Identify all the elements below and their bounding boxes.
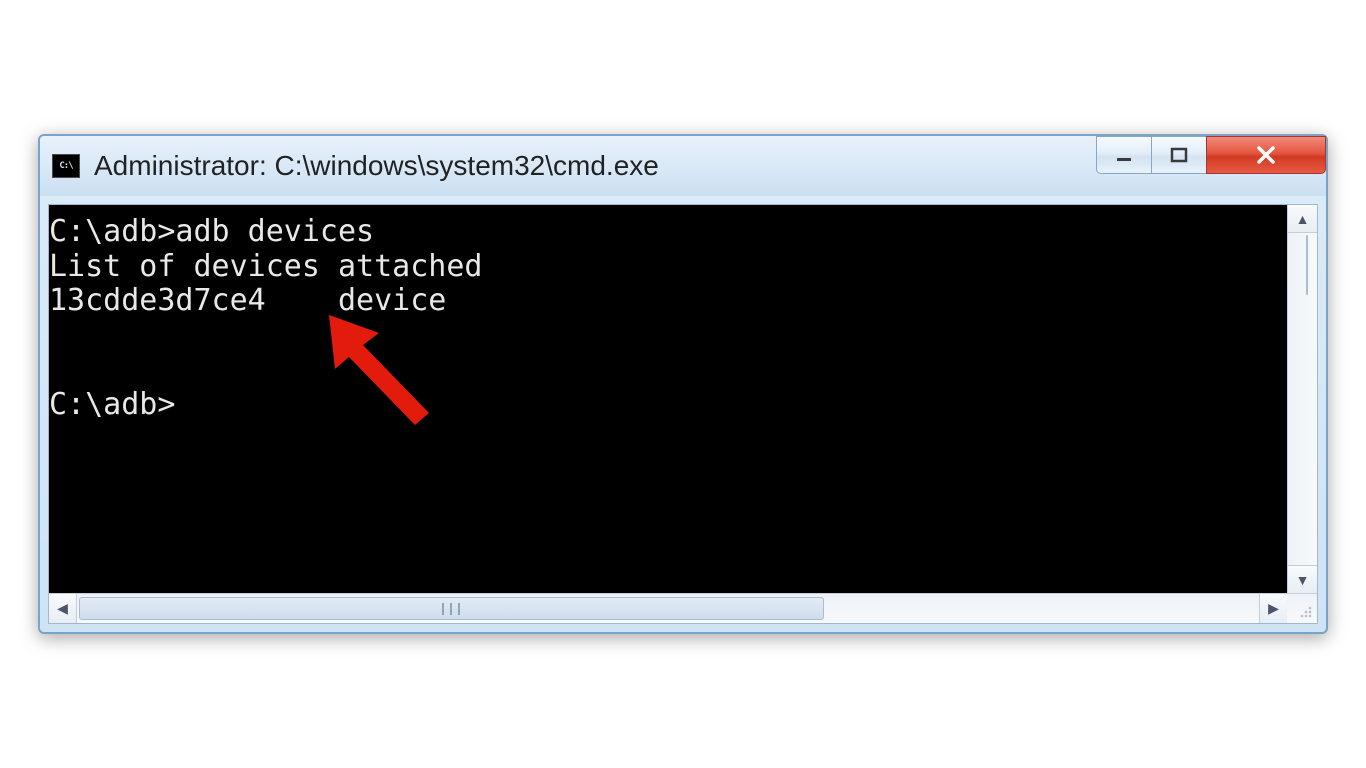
titlebar[interactable]: C:\ Administrator: C:\windows\system32\c… — [40, 136, 1326, 196]
cmd-icon: C:\ — [52, 154, 80, 178]
vertical-scroll-thumb[interactable] — [1306, 235, 1308, 295]
minimize-button[interactable] — [1096, 136, 1152, 174]
resize-grip-icon — [1297, 603, 1313, 619]
maximize-button[interactable] — [1151, 136, 1207, 174]
terminal-viewport: C:\adb>adb devices List of devices attac… — [49, 205, 1317, 593]
window-title: Administrator: C:\windows\system32\cmd.e… — [94, 150, 1097, 182]
horizontal-scroll-track[interactable] — [77, 594, 1259, 623]
red-arrow-annotation-icon — [319, 305, 459, 445]
cmd-window: C:\ Administrator: C:\windows\system32\c… — [38, 134, 1328, 634]
vertical-scrollbar[interactable]: ▲ ▼ — [1287, 205, 1317, 593]
window-controls — [1097, 136, 1326, 196]
horizontal-scrollbar[interactable]: ◀ ▶ — [49, 593, 1317, 623]
close-button[interactable] — [1206, 136, 1326, 174]
maximize-icon — [1170, 146, 1188, 164]
terminal-output[interactable]: C:\adb>adb devices List of devices attac… — [49, 205, 1287, 593]
scroll-up-button[interactable]: ▲ — [1288, 205, 1317, 233]
client-area: C:\adb>adb devices List of devices attac… — [48, 204, 1318, 624]
resize-grip[interactable] — [1287, 594, 1317, 623]
horizontal-scroll-thumb[interactable] — [79, 597, 824, 620]
close-icon — [1254, 143, 1278, 167]
minimize-icon — [1115, 146, 1133, 164]
scroll-right-button[interactable]: ▶ — [1259, 594, 1287, 623]
scroll-left-button[interactable]: ◀ — [49, 594, 77, 623]
scroll-down-button[interactable]: ▼ — [1288, 565, 1317, 593]
thumb-grip-icon — [442, 603, 460, 615]
